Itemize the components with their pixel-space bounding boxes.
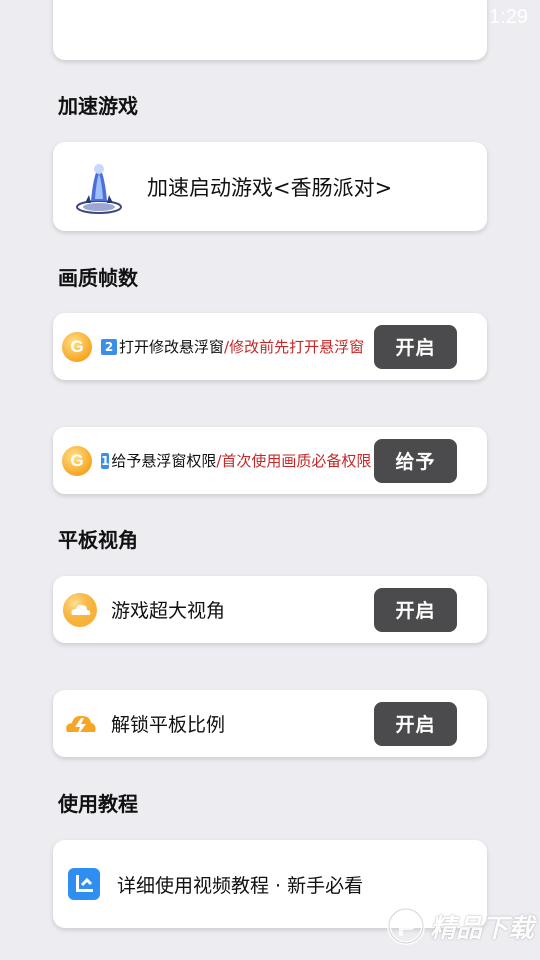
video-tutorial-label: 详细使用视频教程 · 新手必看 — [117, 874, 364, 897]
option-hint: /修改前先打开悬浮窗 — [224, 338, 365, 356]
step-number-badge: 2 — [101, 338, 117, 355]
status-time: 1:29 — [489, 6, 528, 28]
watermark-text: 精品下载 — [429, 913, 534, 944]
tablet-ratio-card: 解锁平板比例 开启 — [53, 690, 487, 757]
open-floating-window-button[interactable]: 开启 — [374, 324, 457, 369]
lightning-cloud-icon — [66, 715, 96, 736]
video-tutorial-icon — [68, 868, 100, 900]
top-card — [53, 0, 487, 60]
option-hint: /首次使用画质必备权限 — [216, 452, 371, 470]
game-booster-icon: G — [62, 331, 92, 362]
floating-window-text: 2 打开修改悬浮窗 /修改前先打开悬浮窗 — [101, 313, 371, 380]
wide-view-card: 游戏超大视角 开启 — [53, 576, 487, 643]
launch-game-card[interactable]: 加速启动游戏<香肠派对> — [53, 142, 487, 231]
section-title-accelerate: 加速游戏 — [58, 94, 138, 118]
permission-text: 1 给予悬浮窗权限 /首次使用画质必备权限 — [101, 427, 371, 494]
wide-view-label: 游戏超大视角 — [111, 600, 226, 622]
rocket-launch-icon — [76, 164, 122, 214]
section-title-tablet: 平板视角 — [58, 528, 138, 552]
cloud-icon — [63, 592, 97, 627]
game-booster-icon: G — [62, 445, 92, 476]
grant-permission-button[interactable]: 给予 — [374, 438, 457, 483]
permission-card: G 1 给予悬浮窗权限 /首次使用画质必备权限 给予 — [53, 427, 487, 494]
step-number-badge: 1 — [101, 452, 110, 469]
tablet-ratio-label: 解锁平板比例 — [111, 714, 226, 736]
section-title-quality: 画质帧数 — [58, 266, 138, 290]
launch-game-label: 加速启动游戏<香肠派对> — [147, 175, 393, 200]
enable-wide-view-button[interactable]: 开启 — [374, 587, 457, 632]
site-watermark: 精品下载 — [386, 906, 534, 946]
floating-window-card: G 2 打开修改悬浮窗 /修改前先打开悬浮窗 开启 — [53, 313, 487, 380]
option-title: 给予悬浮窗权限 — [111, 452, 217, 470]
option-title: 打开修改悬浮窗 — [119, 338, 225, 356]
watermark-logo-icon — [386, 907, 425, 945]
enable-tablet-ratio-button[interactable]: 开启 — [374, 701, 457, 746]
section-title-tutorial: 使用教程 — [58, 792, 138, 816]
